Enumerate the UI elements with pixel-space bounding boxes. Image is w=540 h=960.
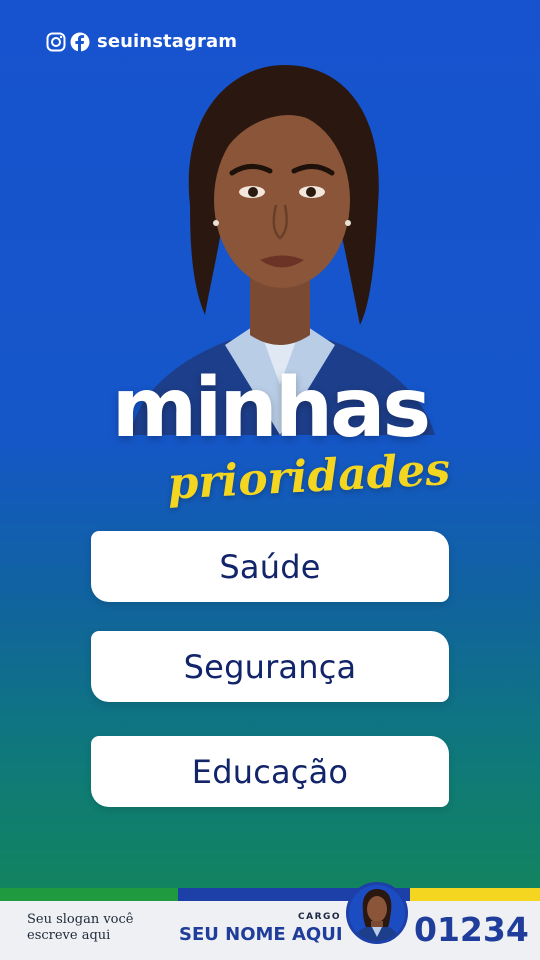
cargo-label: CARGO bbox=[298, 912, 342, 922]
candidate-number: 01234 bbox=[414, 910, 529, 949]
avatar bbox=[346, 882, 408, 944]
headline-sub: prioridades bbox=[166, 444, 452, 510]
priority-card-security[interactable]: Segurança bbox=[91, 631, 449, 702]
headline-main: minhas bbox=[111, 361, 431, 456]
slogan-text: Seu slogan você escreve aqui bbox=[27, 912, 134, 943]
priority-label: Saúde bbox=[219, 547, 321, 586]
priority-label: Segurança bbox=[183, 647, 357, 686]
campaign-poster: seuinstagram minhas prioridades Saúde Se… bbox=[0, 0, 540, 960]
stripe-yellow bbox=[410, 888, 540, 901]
facebook-icon[interactable] bbox=[70, 32, 90, 52]
instagram-icon[interactable] bbox=[46, 32, 66, 52]
candidate-avatar-portrait bbox=[349, 885, 405, 941]
social-header: seuinstagram bbox=[46, 31, 237, 52]
priority-label: Educação bbox=[191, 752, 349, 791]
stripe-green bbox=[0, 888, 178, 901]
priority-card-education[interactable]: Educação bbox=[91, 736, 449, 807]
candidate-name: SEU NOME AQUI bbox=[179, 924, 343, 945]
priority-card-health[interactable]: Saúde bbox=[91, 531, 449, 602]
instagram-handle[interactable]: seuinstagram bbox=[97, 31, 237, 52]
